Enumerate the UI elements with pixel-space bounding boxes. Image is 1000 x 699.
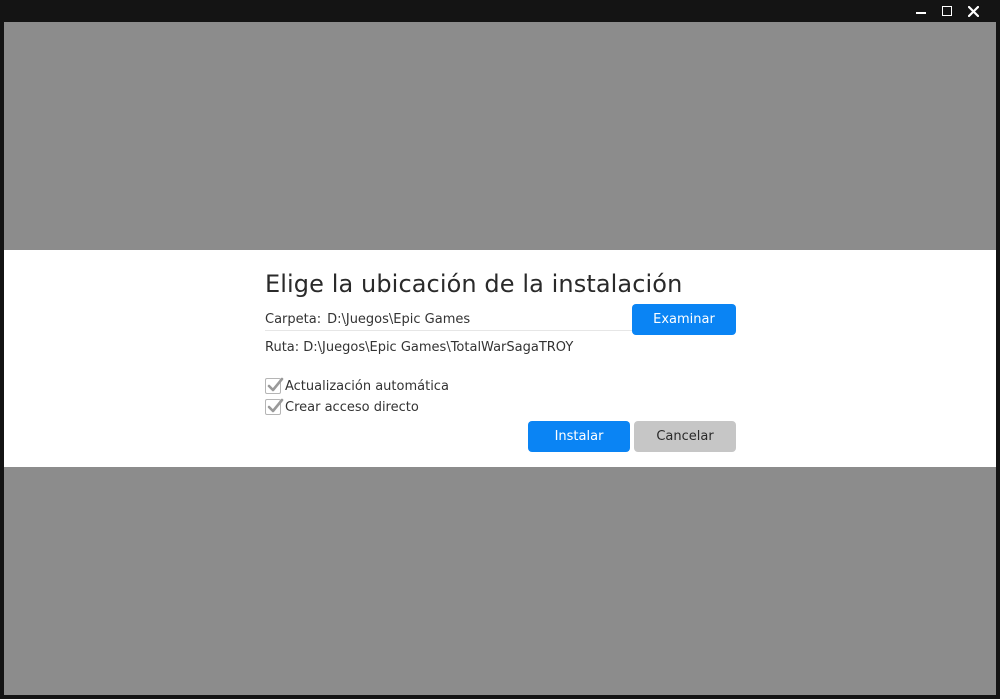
dialog-body: Elige la ubicación de la instalación Car… [261,250,739,467]
maximize-button[interactable] [934,0,960,22]
close-icon [967,5,979,17]
folder-input[interactable] [327,311,632,327]
browse-button[interactable]: Examinar [632,304,736,335]
cancel-button[interactable]: Cancelar [634,421,736,452]
dialog-title: Elige la ubicación de la instalación [265,270,683,298]
install-location-dialog: Elige la ubicación de la instalación Car… [4,250,996,467]
install-button[interactable]: Instalar [528,421,630,452]
checkmark-icon [267,398,284,413]
shortcut-option[interactable]: Crear acceso directo [265,398,419,416]
maximize-icon [942,6,952,16]
close-button[interactable] [960,0,986,22]
window-content-overlay: Elige la ubicación de la instalación Car… [4,22,996,695]
checkmark-icon [267,377,284,392]
window-controls [908,0,986,22]
shortcut-checkbox[interactable] [265,398,284,415]
window-titlebar [0,0,1000,22]
minimize-icon [916,12,926,14]
path-value: D:\Juegos\Epic Games\TotalWarSagaTROY [303,340,574,355]
path-label: Ruta: [265,340,300,355]
folder-label: Carpeta: [265,311,322,327]
auto-update-checkbox[interactable] [265,377,284,394]
folder-field-row: Carpeta: [265,308,632,331]
shortcut-label: Crear acceso directo [285,399,419,415]
auto-update-label: Actualización automática [285,378,449,394]
minimize-button[interactable] [908,0,934,22]
auto-update-option[interactable]: Actualización automática [265,377,449,395]
install-path: Ruta: D:\Juegos\Epic Games\TotalWarSagaT… [265,340,573,355]
